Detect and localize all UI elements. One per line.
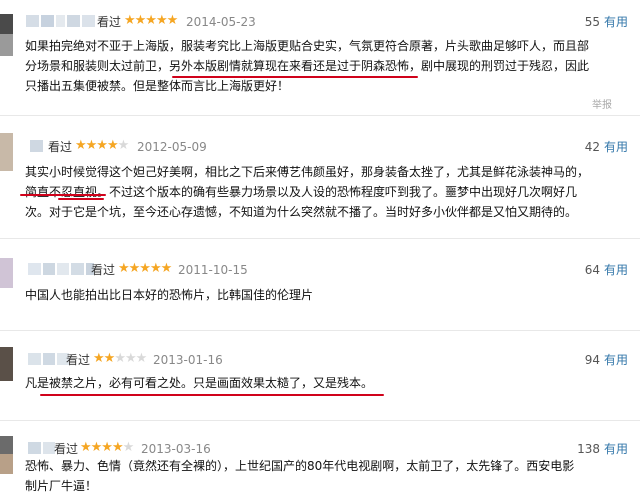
divider — [0, 420, 640, 421]
review-date: 2012-05-09 — [137, 140, 207, 154]
vote-count: 64 — [584, 263, 600, 277]
review-date: 2014-05-23 — [186, 15, 256, 29]
useful-votes: 94 有用 — [585, 353, 628, 367]
review-line: 如果拍完绝对不亚于上海版，服装考究比上海版更贴合史实，气氛更符合原著，片头歌曲足… — [25, 39, 590, 53]
useful-votes: 55 有用 — [585, 15, 628, 29]
highlight-underline — [40, 394, 384, 396]
highlight-underline — [172, 76, 418, 78]
rating-stars: ★★★★★ — [124, 13, 178, 28]
useful-button[interactable]: 有用 — [604, 353, 628, 367]
review-date: 2013-03-16 — [141, 442, 211, 456]
review-item: 看过 ★★★★★ 2012-05-09 42 有用 其实小时候觉得这个妲己好美啊，… — [0, 130, 640, 230]
highlight-underline — [20, 194, 106, 196]
username[interactable] — [26, 15, 95, 27]
vote-count: 94 — [584, 353, 600, 367]
useful-button[interactable]: 有用 — [604, 442, 628, 456]
rating-stars: ★★★★★ — [75, 138, 129, 153]
divider — [0, 330, 640, 331]
rating-stars: ★★★★★ — [118, 261, 172, 276]
divider — [0, 238, 640, 239]
avatar[interactable] — [0, 14, 13, 56]
review-line: 制片厂牛逼！ — [25, 479, 98, 493]
review-text: 恐怖、暴力、色情（竟然还有全裸的），上世纪国产的80年代电视剧啊，太前卫了，太先… — [25, 456, 625, 496]
review-line: 只播出五集便被禁。但是整体而言比上海版更好！ — [25, 79, 290, 93]
rating-stars: ★★★★★ — [93, 351, 147, 366]
rating-stars: ★★★★★ — [80, 440, 134, 455]
useful-votes: 42 有用 — [585, 140, 628, 154]
review-item: 看过 ★★★★★ 2011-10-15 64 有用 中国人也能拍出比日本好的恐怖片… — [0, 255, 640, 315]
report-link[interactable]: 举报 — [592, 96, 612, 111]
vote-count: 138 — [577, 442, 600, 456]
highlight-underline — [58, 198, 104, 200]
review-item: 看过 ★★★★★ 2014-05-23 55 有用 如果拍完绝对不亚于上海版，服装… — [0, 0, 640, 111]
review-text: 其实小时候觉得这个妲己好美啊，相比之下后来傅艺伟颜虽好，那身装备太挫了，尤其是鲜… — [25, 162, 625, 222]
review-text: 如果拍完绝对不亚于上海版，服装考究比上海版更贴合史实，气氛更符合原著，片头歌曲足… — [25, 36, 625, 96]
useful-votes: 64 有用 — [585, 263, 628, 277]
divider — [0, 115, 640, 116]
review-item: 看过 ★★★★★ 2013-03-16 138 有用 恐怖、暴力、色情（竟然还有全… — [0, 432, 640, 497]
avatar[interactable] — [0, 258, 13, 288]
username[interactable] — [28, 442, 55, 454]
watch-status: 看过 — [66, 353, 91, 367]
username[interactable] — [30, 140, 43, 152]
username[interactable] — [28, 263, 94, 275]
review-line: 中国人也能拍出比日本好的恐怖片，比韩国佳的伦理片 — [25, 288, 314, 302]
review-date: 2011-10-15 — [178, 263, 248, 277]
review-text: 凡是被禁之片，必有可看之处。只是画面效果太糙了，又是残本。 — [25, 373, 625, 393]
review-item: 看过 ★★★★★ 2013-01-16 94 有用 凡是被禁之片，必有可看之处。只… — [0, 345, 640, 405]
review-line: 恐怖、暴力、色情（竟然还有全裸的），上世纪国产的80年代电视剧啊，太前卫了，太先… — [25, 459, 575, 473]
review-line: 简直不忍直视。不过这个版本的确有些暴力场景以及人设的恐怖程度吓到我了。噩梦中出现… — [25, 185, 578, 199]
vote-count: 55 — [584, 15, 600, 29]
useful-button[interactable]: 有用 — [604, 263, 628, 277]
useful-button[interactable]: 有用 — [604, 140, 628, 154]
watch-status: 看过 — [91, 263, 116, 277]
avatar[interactable] — [0, 347, 13, 381]
review-text: 中国人也能拍出比日本好的恐怖片，比韩国佳的伦理片 — [25, 285, 625, 305]
vote-count: 42 — [584, 140, 600, 154]
username[interactable] — [28, 353, 69, 365]
watch-status: 看过 — [97, 15, 122, 29]
watch-status: 看过 — [48, 140, 73, 154]
review-line: 凡是被禁之片，必有可看之处。只是画面效果太糙了，又是残本。 — [25, 376, 374, 390]
review-line: 其实小时候觉得这个妲己好美啊，相比之下后来傅艺伟颜虽好，那身装备太挫了，尤其是鲜… — [25, 165, 590, 179]
avatar[interactable] — [0, 133, 13, 171]
review-line: 次。对于它是个坑，至今还心存遗憾，不知道为什么突然就不播了。当时好多小伙伴都是又… — [25, 205, 578, 219]
review-date: 2013-01-16 — [153, 353, 223, 367]
useful-button[interactable]: 有用 — [604, 15, 628, 29]
watch-status: 看过 — [54, 442, 79, 456]
useful-votes: 138 有用 — [577, 442, 628, 456]
avatar[interactable] — [0, 436, 13, 474]
review-line: 分场景和服装则太过前卫，另外本版剧情就算现在来看还是过于阴森恐怖，剧中展现的刑罚… — [25, 59, 590, 73]
